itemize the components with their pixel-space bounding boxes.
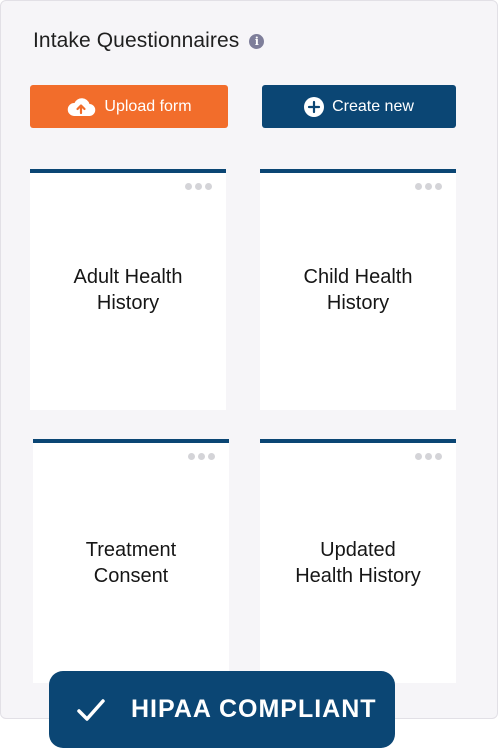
form-title-line: Updated [320, 539, 396, 561]
hipaa-badge-label: HIPAA COMPLIANT [131, 695, 377, 723]
form-card-child-health-history[interactable]: Child Health History [260, 169, 456, 410]
hipaa-compliant-badge: HIPAA COMPLIANT [49, 671, 395, 748]
form-title-line: History [326, 291, 390, 314]
form-title-line: Health History [295, 565, 421, 587]
form-card-title: Adult Health History [30, 173, 226, 410]
cloud-upload-icon [66, 97, 96, 117]
plus-circle-icon [304, 96, 325, 117]
form-title-line: Consent [93, 565, 169, 587]
form-title-line: Adult Health [73, 265, 183, 288]
create-new-button[interactable]: Create new [262, 85, 456, 128]
form-card-treatment-consent[interactable]: Treatment Consent [33, 439, 229, 683]
page-title: Intake Questionnaires [33, 29, 240, 52]
form-card-title: Child Health History [260, 173, 456, 410]
form-card-adult-health-history[interactable]: Adult Health History [30, 169, 226, 410]
upload-form-label: Upload form [104, 97, 192, 115]
create-new-label: Create new [332, 97, 414, 115]
info-icon[interactable]: i [249, 33, 265, 49]
form-title-line: History [96, 291, 160, 314]
form-title-line: Child Health [303, 265, 413, 288]
intake-panel: Intake Questionnaires i Upload form Crea… [0, 0, 498, 719]
form-card-updated-health-history[interactable]: Updated Health History [260, 439, 456, 683]
form-title-line: Treatment [85, 539, 177, 561]
upload-form-button[interactable]: Upload form [30, 85, 228, 128]
form-card-title: Treatment Consent [33, 443, 229, 683]
form-card-title: Updated Health History [260, 443, 456, 683]
checkmark-icon [77, 698, 105, 721]
panel-header: Intake Questionnaires i [33, 29, 265, 53]
